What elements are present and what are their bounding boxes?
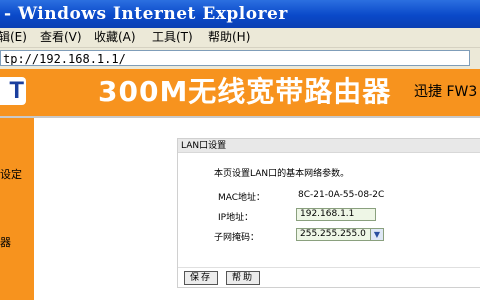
brand-logo-text: T <box>9 77 24 104</box>
mac-label: MAC地址： <box>218 193 266 203</box>
ip-label: IP地址： <box>218 213 254 223</box>
menu-tools[interactable]: 工具(T) <box>152 28 193 47</box>
main-content: LAN口设置 本页设置LAN口的基本网络参数。 MAC地址： 8C-21-0A-… <box>34 118 480 300</box>
menu-help[interactable]: 帮助(H) <box>208 28 250 47</box>
router-header: T 300M无线宽带路由器 迅捷 FW3 <box>0 69 480 116</box>
menu-view[interactable]: 查看(V) <box>40 28 82 47</box>
ip-input[interactable]: 192.168.1.1 <box>296 208 376 221</box>
menu-bar: 辑(E) 查看(V) 收藏(A) 工具(T) 帮助(H) <box>0 28 480 48</box>
address-input[interactable]: tp://192.168.1.1/ <box>0 50 470 66</box>
help-button[interactable]: 帮助 <box>226 271 260 285</box>
panel-title: LAN口设置 <box>178 139 480 153</box>
panel-divider <box>178 267 480 268</box>
sidebar: 设定 器 <box>0 118 34 300</box>
brand-logo: T <box>0 77 26 105</box>
mask-label: 子网掩码： <box>214 233 260 243</box>
panel-description: 本页设置LAN口的基本网络参数。 <box>214 169 350 179</box>
address-bar: tp://192.168.1.1/ <box>0 48 480 69</box>
window-title-bar: - Windows Internet Explorer <box>0 0 480 28</box>
router-brand: 迅捷 FW3 <box>414 84 478 100</box>
sidebar-item-router[interactable]: 器 <box>0 234 11 250</box>
window-title: - Windows Internet Explorer <box>4 4 288 24</box>
sidebar-item-settings[interactable]: 设定 <box>0 166 22 182</box>
lan-settings-panel: LAN口设置 本页设置LAN口的基本网络参数。 MAC地址： 8C-21-0A-… <box>177 138 480 288</box>
chevron-down-icon[interactable]: ▼ <box>370 229 383 240</box>
subnet-mask-value: 255.255.255.0 <box>300 229 366 239</box>
router-title: 300M无线宽带路由器 <box>98 75 392 108</box>
save-button[interactable]: 保存 <box>184 271 218 285</box>
mac-value: 8C-21-0A-55-08-2C <box>298 190 385 200</box>
subnet-mask-select[interactable]: 255.255.255.0 ▼ <box>296 228 384 241</box>
menu-edit[interactable]: 辑(E) <box>0 28 27 47</box>
menu-favorites[interactable]: 收藏(A) <box>94 28 136 47</box>
